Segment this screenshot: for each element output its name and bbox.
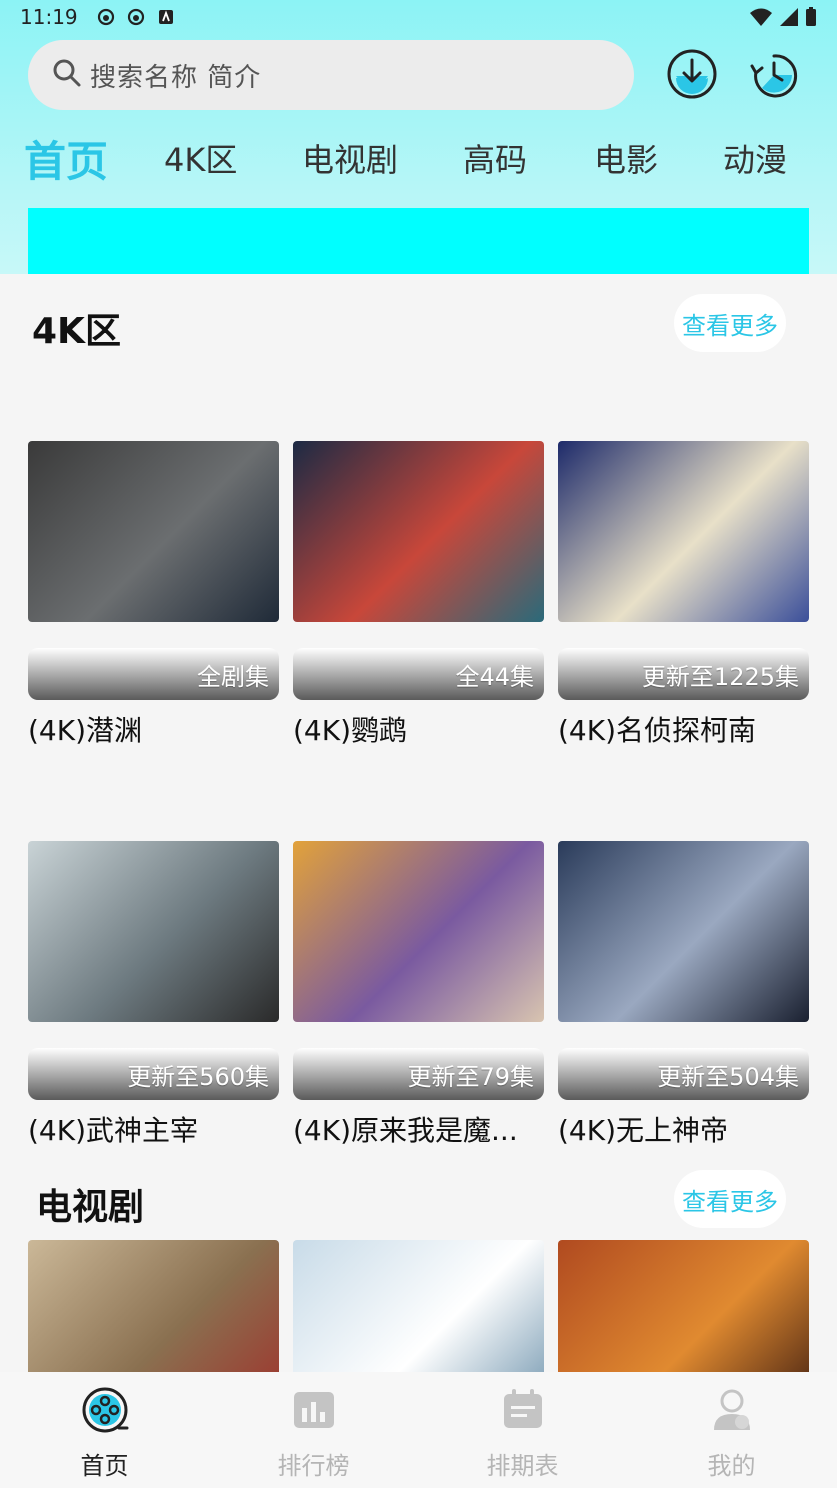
search-placeholder: 搜索名称 简介 [90, 62, 262, 93]
poster-image [28, 841, 279, 1022]
search-icon [52, 58, 82, 92]
tab-high-bitrate[interactable]: 高码 [463, 128, 527, 188]
notification-icon [126, 7, 146, 27]
tab-home[interactable]: 首页 [24, 128, 108, 188]
notification-icon [156, 7, 176, 27]
tab-4k[interactable]: 4K区 [164, 128, 237, 188]
wifi-icon [750, 8, 772, 26]
signal-icon [780, 8, 798, 26]
section-title-4k: 4K区 [32, 311, 121, 352]
calendar-icon [503, 1389, 542, 1428]
nav-label: 我的 [707, 1452, 756, 1480]
episode-badge: 更新至79集 [293, 1048, 544, 1100]
episode-badge: 更新至504集 [558, 1048, 809, 1100]
battery-icon [806, 7, 816, 26]
status-bar: 11:19 [0, 0, 837, 34]
nav-label: 排期表 [486, 1452, 559, 1480]
nav-schedule[interactable]: 排期表 [418, 1372, 627, 1488]
tab-tv-series[interactable]: 电视剧 [302, 128, 398, 188]
banner[interactable] [28, 208, 809, 274]
video-title: (4K)武神主宰 [28, 1114, 199, 1147]
poster-image [293, 841, 544, 1022]
notification-icon [96, 7, 116, 27]
episode-badge: 更新至560集 [28, 1048, 279, 1100]
nav-ranking[interactable]: 排行榜 [209, 1372, 418, 1488]
download-icon [667, 49, 717, 99]
view-more-4k-button[interactable]: 查看更多 [674, 294, 786, 352]
category-tabs: 首页 4K区 电视剧 高码 电影 动漫 [0, 128, 837, 188]
status-time: 11:19 [20, 5, 78, 29]
poster-image [28, 441, 279, 622]
episode-badge: 更新至1225集 [558, 648, 809, 700]
video-title: (4K)无上神帝 [558, 1114, 729, 1147]
status-right-icons [749, 7, 817, 27]
chart-icon [293, 1392, 334, 1428]
section-title-tv-series: 电视剧 [36, 1187, 145, 1228]
tab-anime[interactable]: 动漫 [723, 128, 787, 188]
video-title: (4K)原来我是魔... [293, 1114, 518, 1147]
nav-profile[interactable]: 我的 [627, 1372, 836, 1488]
poster-image [558, 841, 809, 1022]
video-title: (4K)鹦鹉 [293, 714, 408, 747]
episode-badge: 全剧集 [28, 648, 279, 700]
poster-image [293, 441, 544, 622]
view-more-tv-button[interactable]: 查看更多 [674, 1170, 786, 1228]
tab-movies[interactable]: 电影 [594, 128, 658, 188]
nav-home[interactable]: 首页 [0, 1372, 209, 1488]
download-button[interactable] [666, 48, 718, 100]
episode-badge: 全44集 [293, 648, 544, 700]
user-icon [713, 1389, 750, 1430]
film-reel-icon [82, 1387, 128, 1433]
bottom-navigation: 首页 排行榜 排期表 我的 [0, 1372, 837, 1488]
nav-label: 排行榜 [277, 1452, 350, 1480]
search-input[interactable]: 搜索名称 简介 [28, 40, 634, 110]
history-button[interactable] [748, 48, 800, 100]
video-title: (4K)名侦探柯南 [558, 714, 757, 747]
poster-image [558, 441, 809, 622]
history-icon [750, 54, 798, 98]
nav-label: 首页 [80, 1452, 129, 1480]
video-title: (4K)潜渊 [28, 714, 143, 747]
